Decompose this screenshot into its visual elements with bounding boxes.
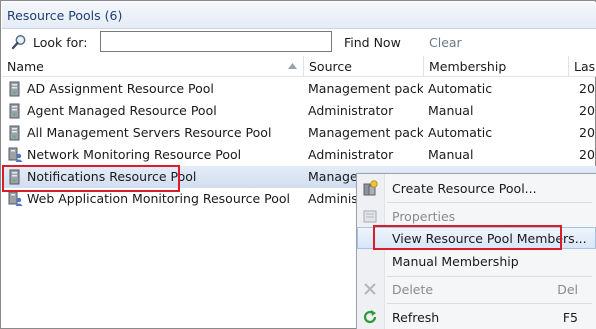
table-row[interactable]: AD Assignment Resource Pool Management pa… [2, 78, 596, 100]
cell-name: Agent Managed Resource Pool [27, 103, 217, 118]
menu-separator [387, 303, 592, 304]
cell-membership: Automatic [428, 81, 493, 96]
view-members-callout [373, 225, 562, 250]
cell-name: All Management Servers Resource Pool [27, 125, 272, 140]
menu-item-properties[interactable]: Properties [357, 205, 596, 227]
column-header-source[interactable]: Source [303, 56, 423, 77]
find-now-button[interactable]: Find Now [344, 35, 401, 50]
cell-source: Administrator [308, 147, 394, 162]
server-users-icon [8, 191, 23, 206]
cell-membership: Manual [428, 147, 474, 162]
table-row[interactable]: All Management Servers Resource Pool Mana… [2, 122, 596, 144]
server-users-icon [8, 147, 23, 162]
menu-item-label: Manual Membership [392, 254, 519, 269]
menu-item-manual-membership[interactable]: Manual Membership [357, 250, 596, 272]
delete-icon [364, 283, 376, 295]
menu-item-label: Create Resource Pool... [392, 181, 537, 196]
column-header-membership[interactable]: Membership [423, 56, 568, 77]
look-for-label: Look for: [33, 35, 88, 50]
search-input[interactable] [100, 31, 332, 52]
create-pool-icon [363, 180, 378, 196]
search-bar: Look for: Find Now Clear [2, 29, 596, 56]
menu-separator [387, 202, 592, 203]
column-header-name[interactable]: Name [2, 56, 302, 77]
sort-ascending-icon [288, 63, 297, 69]
panel-title: Resource Pools (6) [2, 2, 596, 29]
cell-source: Management pack [308, 81, 423, 96]
clear-button[interactable]: Clear [429, 35, 462, 50]
search-icon [11, 35, 26, 50]
menu-item-refresh[interactable]: Refresh F5 [357, 306, 596, 328]
context-menu: Create Resource Pool... Properties View … [356, 173, 596, 329]
cell-source: Management pack [308, 125, 423, 140]
table-row[interactable]: Network Monitoring Resource Pool Administ… [2, 144, 596, 166]
properties-icon [363, 210, 377, 223]
cell-last-modified: 201 [579, 125, 596, 140]
cell-source: Administrator [308, 103, 394, 118]
cell-name: AD Assignment Resource Pool [27, 81, 214, 96]
refresh-icon [363, 310, 377, 324]
cell-membership: Automatic [428, 125, 493, 140]
column-header-last-modified[interactable]: Las [568, 56, 596, 77]
cell-last-modified: 201 [579, 81, 596, 96]
menu-item-shortcut: Del [557, 282, 578, 297]
resource-pools-panel: Resource Pools (6) Look for: Find Now Cl… [0, 0, 596, 329]
server-pool-icon [9, 103, 20, 119]
cell-last-modified: 201 [579, 147, 596, 162]
menu-item-shortcut: F5 [562, 310, 578, 325]
menu-item-label: Refresh [392, 310, 440, 325]
server-pool-icon [9, 81, 20, 97]
server-pool-icon [9, 125, 20, 141]
cell-membership: Manual [428, 103, 474, 118]
menu-item-label: Delete [392, 282, 434, 297]
menu-item-create-resource-pool[interactable]: Create Resource Pool... [357, 177, 596, 199]
menu-item-label: Properties [392, 209, 456, 224]
menu-item-delete[interactable]: Delete Del [357, 278, 596, 300]
table-row[interactable]: Agent Managed Resource Pool Administrator… [2, 100, 596, 122]
column-header-row: Name Source Membership Las [2, 56, 596, 77]
cell-name: Network Monitoring Resource Pool [27, 147, 242, 162]
menu-separator [387, 276, 592, 277]
cell-last-modified: 201 [579, 103, 596, 118]
notifications-pool-callout [2, 165, 180, 192]
